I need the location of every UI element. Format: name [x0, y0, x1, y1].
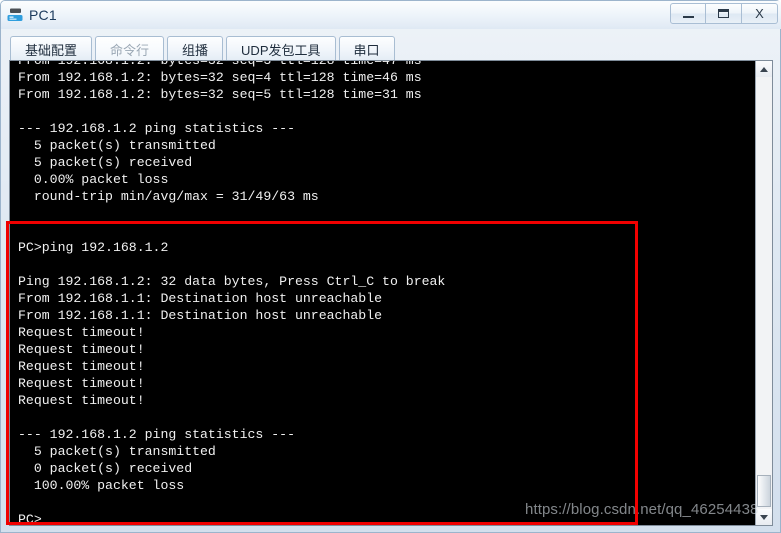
terminal-line: 5 packet(s) transmitted [18, 138, 216, 153]
terminal-line: Request timeout! [18, 359, 145, 374]
terminal-line: 0 packet(s) received [18, 461, 193, 476]
tab-label: UDP发包工具 [241, 43, 321, 58]
terminal-line: Request timeout! [18, 342, 145, 357]
tab-label: 串口 [353, 43, 380, 58]
pc-device-icon [7, 6, 25, 24]
terminal-line: From 192.168.1.1: Destination host unrea… [18, 308, 383, 323]
terminal-line: --- 192.168.1.2 ping statistics --- [18, 427, 295, 442]
close-icon: X [755, 6, 764, 21]
terminal-line: From 192.168.1.2: bytes=32 seq=3 ttl=128… [18, 61, 748, 69]
minimize-button[interactable] [670, 3, 706, 24]
terminal-line: From 192.168.1.1: Destination host unrea… [18, 291, 383, 306]
terminal-line: 5 packet(s) received [18, 155, 193, 170]
tab-command-line[interactable]: 命令行 [95, 36, 165, 62]
scrollbar-thumb[interactable] [757, 475, 771, 507]
scroll-up-button[interactable] [756, 61, 772, 77]
terminal-line: 5 packet(s) transmitted [18, 444, 216, 459]
scroll-up-icon [760, 66, 768, 72]
tab-basic-config[interactable]: 基础配置 [10, 36, 93, 62]
title-bar[interactable]: PC1 X [1, 1, 781, 29]
terminal-line: Ping 192.168.1.2: 32 data bytes, Press C… [18, 274, 446, 289]
watermark-text: https://blog.csdn.net/qq_46254438 [525, 501, 759, 518]
tab-serial-port[interactable]: 串口 [338, 36, 395, 62]
terminal-screen[interactable]: From 192.168.1.2: bytes=32 seq=3 ttl=128… [10, 61, 755, 525]
terminal-line: 100.00% packet loss [18, 478, 185, 493]
terminal-line: Request timeout! [18, 376, 145, 391]
tab-label: 基础配置 [25, 43, 78, 58]
minimize-icon [682, 16, 694, 18]
terminal-line: --- 192.168.1.2 ping statistics --- [18, 121, 295, 136]
terminal-line: Request timeout! [18, 393, 145, 408]
tab-label: 组播 [182, 43, 209, 58]
scroll-down-icon [760, 514, 768, 520]
terminal-panel[interactable]: From 192.168.1.2: bytes=32 seq=3 ttl=128… [9, 60, 773, 526]
maximize-button[interactable] [706, 3, 742, 24]
tab-bar: 基础配置 命令行 组播 UDP发包工具 串口 [10, 34, 398, 62]
terminal-output: From 192.168.1.2: bytes=32 seq=3 ttl=128… [18, 61, 748, 525]
terminal-line: PC>ping 192.168.1.2 [18, 240, 169, 255]
terminal-scrollbar[interactable] [755, 61, 772, 525]
tab-udp-tool[interactable]: UDP发包工具 [226, 36, 336, 62]
tab-label: 命令行 [110, 43, 150, 58]
pc1-window: PC1 X 基础配置 命令行 组播 UDP发包工具 串口 From 192.16… [0, 0, 781, 533]
maximize-icon [718, 9, 729, 18]
terminal-line: From 192.168.1.2: bytes=32 seq=5 ttl=128… [18, 87, 422, 102]
window-controls: X [670, 3, 778, 24]
terminal-line: 0.00% packet loss [18, 172, 169, 187]
window-title: PC1 [29, 7, 57, 23]
close-button[interactable]: X [742, 3, 778, 24]
tab-multicast[interactable]: 组播 [167, 36, 224, 62]
terminal-line: Request timeout! [18, 325, 145, 340]
terminal-line: round-trip min/avg/max = 31/49/63 ms [18, 189, 319, 204]
terminal-line: From 192.168.1.2: bytes=32 seq=4 ttl=128… [18, 70, 422, 85]
